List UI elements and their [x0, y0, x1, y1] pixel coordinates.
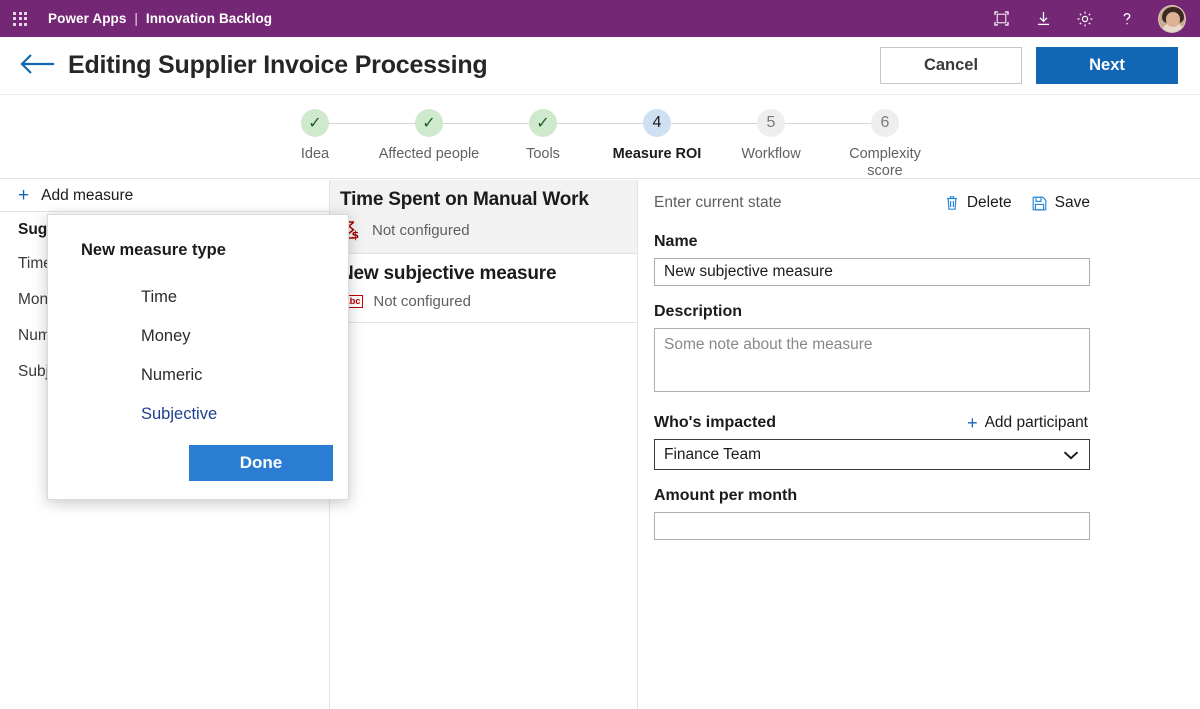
description-field-label: Description	[654, 303, 743, 320]
wizard-stepper: ✓ Idea ✓ Affected people ✓ Tools 4 Measu…	[0, 95, 1200, 179]
dialog-done-button[interactable]: Done	[189, 445, 333, 481]
impacted-field-label: Who's impacted	[654, 414, 777, 431]
step-label: Complexity score	[849, 146, 921, 180]
suite-brand-label: Power Apps	[48, 11, 127, 26]
step-connector	[828, 123, 871, 124]
dialog-option-numeric[interactable]: Numeric	[141, 356, 332, 395]
add-measure-label: Add measure	[41, 186, 134, 204]
suite-brand: Power Apps | Innovation Backlog	[48, 11, 272, 26]
suite-brand-separator: |	[134, 11, 138, 26]
measure-card-status-row: $ Not configured	[340, 219, 623, 241]
dialog-option-subjective[interactable]: Subjective	[141, 395, 332, 434]
step-complexity-score[interactable]: 6 Complexity score	[828, 109, 942, 180]
step-bubble: ✓	[529, 109, 557, 137]
detail-header: Enter current state Delete Save	[654, 190, 1090, 216]
plus-icon: +	[967, 413, 978, 433]
save-disk-icon	[1032, 196, 1047, 211]
save-label: Save	[1054, 194, 1090, 211]
step-connector	[600, 123, 643, 124]
step-label: Idea	[300, 146, 330, 162]
save-button[interactable]: Save	[1032, 194, 1090, 212]
step-bubble: ✓	[301, 109, 329, 137]
impacted-field-header: Who's impacted + Add participant	[654, 414, 1090, 432]
measure-card-status: Not configured	[372, 221, 470, 239]
participant-select-value: Finance Team	[664, 445, 762, 463]
page-title: Editing Supplier Invoice Processing	[68, 51, 488, 79]
step-connector	[372, 123, 415, 124]
plus-icon: +	[18, 185, 30, 206]
measure-card-new-subjective[interactable]: New subjective measure Abc Not configure…	[330, 254, 637, 323]
step-bubble: 5	[757, 109, 785, 137]
delete-button[interactable]: Delete	[945, 194, 1012, 212]
measure-card-status: Not configured	[373, 293, 471, 310]
fullscreen-icon[interactable]	[990, 8, 1012, 30]
step-label: Affected people	[378, 146, 480, 162]
back-arrow-icon[interactable]	[18, 51, 56, 81]
detail-actions: Delete Save	[945, 194, 1090, 212]
name-field-label: Name	[654, 233, 698, 250]
step-connector	[714, 123, 757, 124]
name-input[interactable]	[654, 258, 1090, 286]
step-label: Measure ROI	[612, 146, 702, 162]
trash-icon	[945, 195, 959, 211]
add-measure-button[interactable]: + Add measure	[0, 180, 329, 212]
stepper-steps: ✓ Idea ✓ Affected people ✓ Tools 4 Measu…	[258, 109, 942, 180]
measure-cards-panel: Time Spent on Manual Work $ Not configur…	[330, 180, 638, 709]
step-workflow[interactable]: 5 Workflow	[714, 109, 828, 163]
dialog-option-money[interactable]: Money	[141, 317, 332, 356]
amount-input[interactable]	[654, 512, 1090, 540]
step-label: Tools	[526, 146, 560, 162]
svg-text:$: $	[352, 228, 360, 241]
dialog-title: New measure type	[81, 241, 226, 259]
page-actions: Cancel Next	[880, 47, 1178, 84]
step-tools[interactable]: ✓ Tools	[486, 109, 600, 163]
step-bubble: 6	[871, 109, 899, 137]
add-participant-label: Add participant	[984, 414, 1088, 431]
suite-bar-actions	[990, 4, 1186, 33]
detail-state-text: Enter current state	[654, 194, 782, 211]
step-connector	[486, 123, 529, 124]
delete-label: Delete	[966, 194, 1012, 211]
step-measure-roi[interactable]: 4 Measure ROI	[600, 109, 714, 163]
gear-icon[interactable]	[1074, 8, 1096, 30]
step-connector	[557, 123, 600, 124]
step-connector	[329, 123, 372, 124]
dialog-options: Time Money Numeric Subjective	[64, 278, 332, 434]
suite-bar: Power Apps | Innovation Backlog	[0, 0, 1200, 37]
waffle-grid-icon[interactable]	[8, 7, 32, 31]
measure-card-status-row: Abc Not configured	[340, 293, 623, 310]
next-button[interactable]: Next	[1036, 47, 1178, 84]
participant-select-wrap: Finance Team	[654, 439, 1090, 470]
step-bubble: ✓	[415, 109, 443, 137]
avatar[interactable]	[1158, 4, 1186, 33]
cancel-button[interactable]: Cancel	[880, 47, 1022, 84]
page-command-bar: Editing Supplier Invoice Processing Canc…	[0, 37, 1200, 95]
amount-field-label: Amount per month	[654, 487, 798, 504]
step-connector	[443, 123, 486, 124]
step-connector	[671, 123, 714, 124]
dialog-option-time[interactable]: Time	[141, 278, 332, 317]
add-participant-button[interactable]: + Add participant	[967, 414, 1090, 432]
new-measure-type-dialog: New measure type Time Money Numeric Subj…	[47, 214, 349, 500]
step-idea[interactable]: ✓ Idea	[258, 109, 372, 163]
step-label: Workflow	[741, 146, 801, 162]
step-connector	[785, 123, 828, 124]
measure-card-time-spent[interactable]: Time Spent on Manual Work $ Not configur…	[330, 180, 637, 254]
chevron-down-icon	[1062, 449, 1080, 461]
measure-card-title: Time Spent on Manual Work	[340, 189, 589, 210]
download-icon[interactable]	[1032, 8, 1054, 30]
measure-card-title: New subjective measure	[340, 263, 557, 284]
step-affected-people[interactable]: ✓ Affected people	[372, 109, 486, 163]
description-input[interactable]	[654, 328, 1090, 392]
participant-select[interactable]: Finance Team	[654, 439, 1090, 470]
help-icon[interactable]	[1116, 8, 1138, 30]
measure-detail-panel: Enter current state Delete Save Name New…	[638, 180, 1200, 709]
step-bubble: 4	[643, 109, 671, 137]
suite-app-name: Innovation Backlog	[145, 11, 273, 26]
